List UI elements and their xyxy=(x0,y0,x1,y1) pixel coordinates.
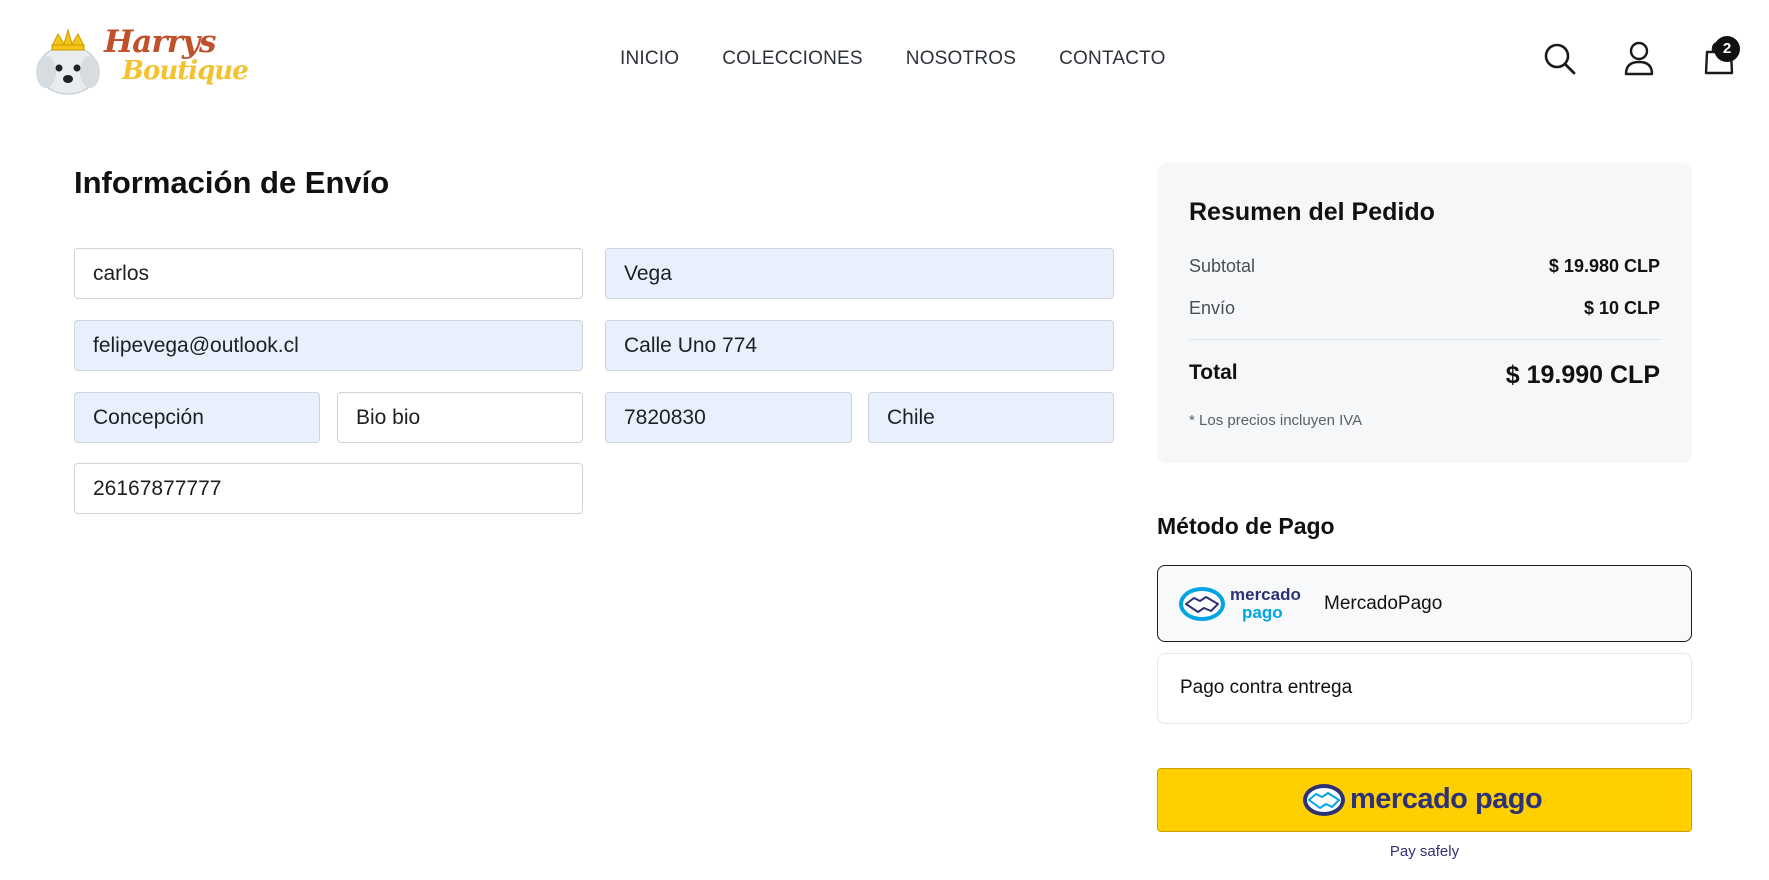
brand-name-line2: Boutique xyxy=(122,56,249,86)
nav-link-inicio[interactable]: INICIO xyxy=(620,48,679,70)
summary-title: Resumen del Pedido xyxy=(1189,198,1435,226)
mercadopago-label: MercadoPago xyxy=(1324,593,1443,614)
search-icon[interactable] xyxy=(1541,40,1577,76)
payment-option-mercadopago[interactable]: mercado pago MercadoPago xyxy=(1157,565,1692,642)
first-name-field[interactable] xyxy=(74,248,583,299)
mercadopago-logo-line1: mercado xyxy=(1230,585,1301,604)
mercadopago-logo-line2: pago xyxy=(1242,603,1283,622)
last-name-field[interactable] xyxy=(605,248,1114,299)
shipping-cost-label: Envío xyxy=(1189,298,1236,318)
main-nav: INICIO COLECCIONES NOSOTROS CONTACTO xyxy=(620,48,1166,70)
nav-link-colecciones[interactable]: COLECCIONES xyxy=(722,48,863,70)
payment-option-cash-on-delivery[interactable]: Pago contra entrega xyxy=(1157,653,1692,724)
dog-logo-icon xyxy=(36,28,100,95)
total-value: $ 19.990 CLP xyxy=(1505,361,1660,389)
subtotal-value: $ 19.980 CLP xyxy=(1548,256,1660,276)
nav-link-contacto[interactable]: CONTACTO xyxy=(1059,48,1165,70)
brand-logo[interactable]: Harrys Boutique xyxy=(32,18,249,98)
cash-on-delivery-label: Pago contra entrega xyxy=(1180,677,1353,698)
payment-method-title: Método de Pago xyxy=(1157,513,1335,539)
shipping-cost-value: $ 10 CLP xyxy=(1583,298,1660,318)
email-field[interactable] xyxy=(74,320,583,371)
site-header: Harrys Boutique INICIO COLECCIONES NOSOT… xyxy=(0,0,1769,120)
tax-note: * Los precios incluyen IVA xyxy=(1189,412,1363,429)
city-field[interactable] xyxy=(74,392,320,443)
country-field[interactable] xyxy=(868,392,1114,443)
cart-count-badge: 2 xyxy=(1714,36,1740,62)
shipping-title: Información de Envío xyxy=(74,165,390,200)
mercadopago-button-text: mercado pago xyxy=(1350,783,1543,815)
address-field[interactable] xyxy=(605,320,1114,371)
mercadopago-handshake-icon xyxy=(1303,784,1345,816)
mercadopago-pay-button[interactable]: mercado pago xyxy=(1157,768,1692,832)
postal-code-field[interactable] xyxy=(605,392,852,443)
region-field[interactable] xyxy=(337,392,583,443)
brand-name-line1: Harrys xyxy=(104,24,217,60)
order-summary-card: Resumen del Pedido Subtotal $ 19.980 CLP… xyxy=(1157,163,1692,463)
phone-field[interactable] xyxy=(74,463,583,514)
handshake-icon xyxy=(1179,587,1225,621)
mercadopago-logo: mercado pago xyxy=(1178,584,1308,624)
pay-safely-text: Pay safely xyxy=(1389,843,1460,860)
user-account-icon[interactable] xyxy=(1621,40,1657,76)
total-label: Total xyxy=(1189,361,1238,384)
nav-link-nosotros[interactable]: NOSOTROS xyxy=(906,48,1016,70)
subtotal-label: Subtotal xyxy=(1189,256,1256,276)
summary-divider xyxy=(1189,339,1660,340)
